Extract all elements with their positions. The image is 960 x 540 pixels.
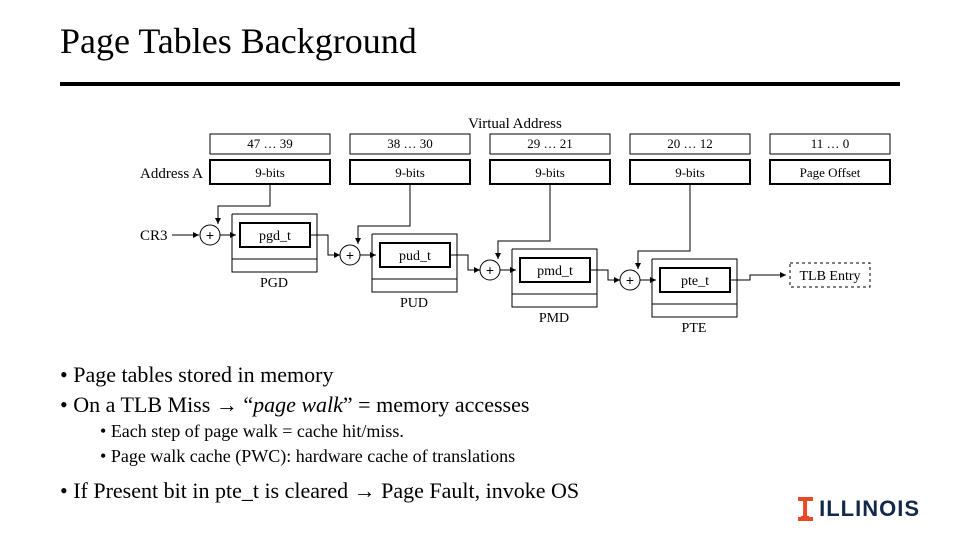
table-pmd: PMD (539, 311, 569, 326)
svg-text:pud_t: pud_t (399, 249, 431, 264)
bit-range-row: 47 … 39 38 … 30 29 … 21 20 … 12 11 … 0 (210, 134, 890, 154)
svg-text:47 … 39: 47 … 39 (247, 136, 293, 151)
svg-text:TLB Entry: TLB Entry (799, 269, 860, 284)
pte-to-tlb (730, 275, 786, 280)
entry-boxes: pgd_t pud_t pmd_t pte_t TLB Entry (240, 223, 870, 292)
address-a-row: 9-bits 9-bits 9-bits 9-bits Page Offset (210, 160, 890, 184)
svg-text:pmd_t: pmd_t (537, 264, 573, 279)
illinois-logo: IILLINOIS (798, 496, 920, 522)
svg-text:9-bits: 9-bits (675, 165, 705, 180)
virtual-address-label: Virtual Address (468, 116, 562, 132)
svg-text:9-bits: 9-bits (395, 165, 425, 180)
svg-text:29 … 21: 29 … 21 (527, 136, 573, 151)
bullet-list: • Page tables stored in memory • On a TL… (60, 360, 579, 506)
svg-text:20 … 12: 20 … 12 (667, 136, 713, 151)
bullet-2b: • Page walk cache (PWC): hardware cache … (100, 444, 579, 468)
svg-text:+: + (346, 247, 354, 263)
svg-text:pte_t: pte_t (681, 274, 709, 289)
bullet-1: • Page tables stored in memory (60, 360, 579, 390)
svg-text:Page Offset: Page Offset (800, 165, 861, 180)
svg-text:11 … 0: 11 … 0 (811, 136, 850, 151)
svg-text:9-bits: 9-bits (255, 165, 285, 180)
svg-text:9-bits: 9-bits (535, 165, 565, 180)
svg-text:+: + (626, 272, 634, 288)
bullet-2: • On a TLB Miss → “page walk” = memory a… (60, 390, 579, 420)
bullet-3: • If Present bit in pte_t is cleared → P… (60, 476, 579, 506)
table-pte: PTE (682, 321, 707, 336)
address-a-label: Address A (140, 166, 203, 182)
svg-text:+: + (206, 227, 214, 243)
table-pgd: PGD (260, 276, 288, 291)
table-pud: PUD (400, 296, 428, 311)
bullet-2a: • Each step of page walk = cache hit/mis… (100, 419, 579, 443)
svg-text:+: + (486, 262, 494, 278)
svg-text:pgd_t: pgd_t (259, 229, 291, 244)
cr3-label: CR3 (140, 228, 168, 244)
svg-text:38 … 30: 38 … 30 (387, 136, 433, 151)
block-i-icon: I (798, 497, 813, 521)
